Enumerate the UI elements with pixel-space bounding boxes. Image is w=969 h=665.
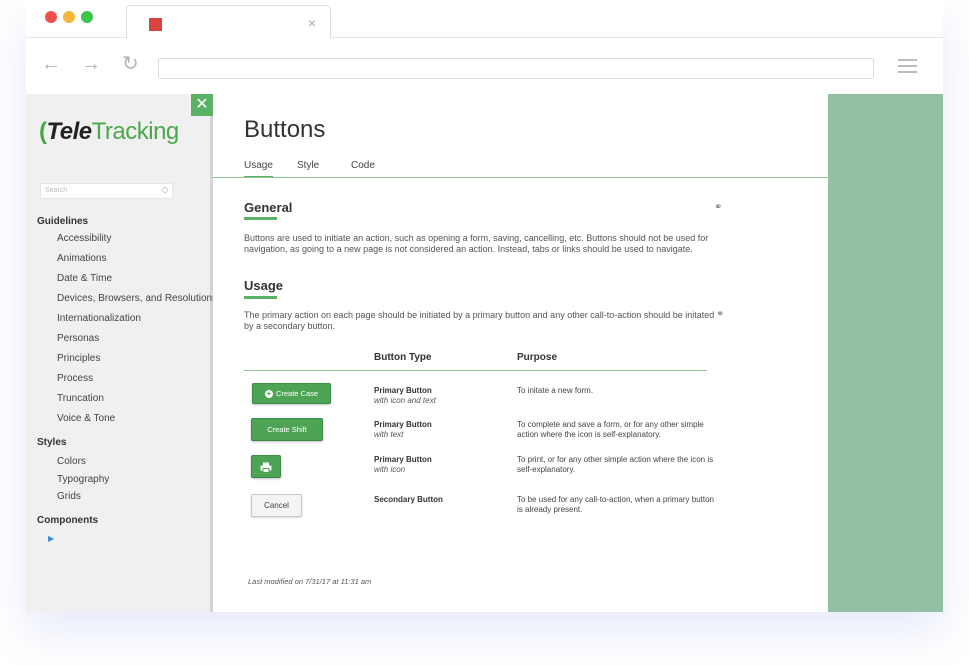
minimize-window-dot[interactable]	[63, 11, 75, 23]
nav-item-process[interactable]: Process	[57, 373, 93, 384]
row-purpose: To be used for any call-to-action, when …	[517, 495, 714, 514]
maximize-window-dot[interactable]	[81, 11, 93, 23]
sidebar-close-icon[interactable]: ✕	[191, 94, 213, 116]
nav-section-styles[interactable]: Styles	[37, 437, 66, 448]
tab-code[interactable]: Code	[351, 160, 375, 171]
printer-icon	[260, 462, 272, 473]
general-description: Buttons are used to initiate an action, …	[244, 233, 709, 254]
address-bar[interactable]	[158, 58, 874, 79]
reload-icon[interactable]: ↻	[122, 54, 139, 74]
header-button-type: Button Type	[374, 352, 432, 363]
table-row: Primary Button with text	[374, 420, 432, 439]
browser-toolbar: ← → ↻	[26, 38, 943, 94]
table-row: Secondary Button	[374, 495, 443, 504]
nav-item-accessibility[interactable]: Accessibility	[57, 233, 111, 244]
general-heading-underline	[244, 217, 277, 220]
search-icon	[162, 187, 168, 193]
nav-item-date-time[interactable]: Date & Time	[57, 273, 112, 284]
forward-arrow-icon[interactable]: →	[81, 54, 101, 74]
usage-description: The primary action on each page should b…	[244, 310, 715, 331]
nav-item-animations[interactable]: Animations	[57, 253, 106, 264]
nav-item-grids[interactable]: Grids	[57, 491, 81, 502]
link-icon[interactable]: ⚭	[716, 309, 727, 320]
tab-style[interactable]: Style	[297, 160, 319, 171]
header-purpose: Purpose	[517, 352, 558, 363]
browser-window: × ← → ↻ ✕ (TeleTracking Search Guideline…	[26, 0, 943, 612]
back-arrow-icon[interactable]: ←	[41, 54, 61, 74]
create-case-button[interactable]: + Create Case	[252, 383, 331, 404]
page-title: Buttons	[244, 116, 326, 143]
search-input[interactable]: Search	[40, 183, 173, 199]
print-button[interactable]	[251, 455, 281, 478]
last-modified-text: Last modified on 7/31/17 at 11:31 am	[248, 577, 372, 586]
usage-heading-underline	[244, 296, 277, 299]
tab-strip: ×	[26, 0, 943, 39]
teletracking-logo[interactable]: (TeleTracking	[39, 118, 179, 146]
tab-usage[interactable]: Usage	[244, 160, 273, 178]
nav-item-internationalization[interactable]: Internationalization	[57, 313, 141, 324]
plus-circle-icon: +	[264, 389, 273, 399]
tabs-divider	[213, 177, 828, 178]
nav-item-typography[interactable]: Typography	[57, 474, 109, 485]
close-window-dot[interactable]	[45, 11, 57, 23]
general-heading: General	[244, 200, 293, 215]
page-viewport: ✕ (TeleTracking Search Guidelines Access…	[26, 94, 943, 612]
table-row: Primary Button with icon	[374, 455, 432, 474]
nav-section-guidelines[interactable]: Guidelines	[37, 216, 88, 227]
nav-item-personas[interactable]: Personas	[57, 333, 99, 344]
table-header-divider	[244, 370, 707, 371]
row-purpose: To complete and save a form, or for any …	[517, 420, 704, 439]
table-row: Primary Button with icon and text	[374, 386, 436, 405]
cancel-button[interactable]: Cancel	[251, 494, 302, 517]
nav-item-principles[interactable]: Principles	[57, 353, 100, 364]
main-content: Buttons Usage Style Code General ⚭ Butto…	[213, 94, 828, 612]
tab-close-icon[interactable]: ×	[308, 15, 316, 31]
usage-heading: Usage	[244, 278, 284, 293]
link-icon[interactable]: ⚭	[714, 202, 725, 213]
row-purpose: To print, or for any other simple action…	[517, 455, 714, 474]
favicon-icon	[149, 18, 162, 31]
hamburger-menu-icon[interactable]	[898, 59, 917, 77]
create-shift-button[interactable]: Create Shift	[251, 418, 323, 441]
sidebar: ✕ (TeleTracking Search Guidelines Access…	[26, 94, 217, 612]
browser-tab[interactable]: ×	[126, 5, 331, 39]
nav-item-devices[interactable]: Devices, Browsers, and Resolutions	[57, 293, 217, 304]
nav-item-truncation[interactable]: Truncation	[57, 393, 104, 404]
nav-item-colors[interactable]: Colors	[57, 456, 86, 467]
caret-right-icon[interactable]: ▶	[48, 534, 54, 543]
nav-item-voice-tone[interactable]: Voice & Tone	[57, 413, 115, 424]
nav-section-components[interactable]: Components	[37, 515, 98, 526]
row-purpose: To initate a new form.	[517, 386, 594, 395]
